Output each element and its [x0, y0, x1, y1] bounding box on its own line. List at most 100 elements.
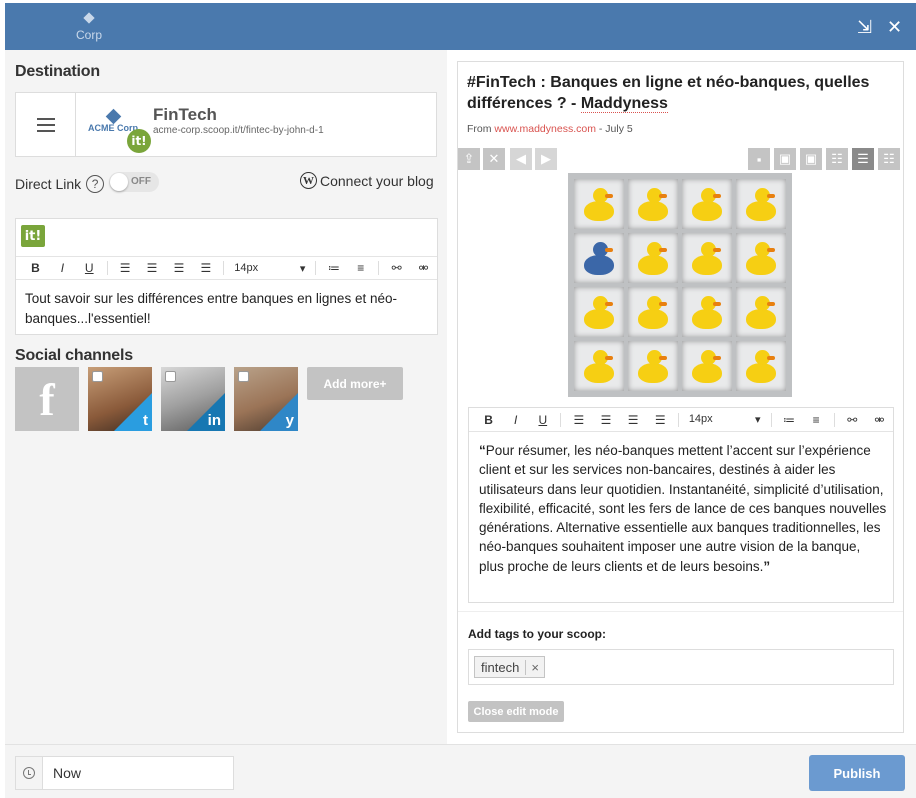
- schedule-field[interactable]: Now: [15, 756, 234, 790]
- align-right-icon[interactable]: ☰: [166, 261, 193, 275]
- linkedin-channel[interactable]: in: [161, 367, 225, 431]
- article-source-line: From www.maddyness.com - July 5: [467, 123, 633, 135]
- align-right-icon[interactable]: ☰: [620, 413, 647, 427]
- twitter-checkbox[interactable]: [92, 371, 103, 382]
- yammer-checkbox[interactable]: [238, 371, 249, 382]
- duck-icon: [746, 350, 776, 383]
- direct-link: Direct Link ?: [15, 175, 105, 193]
- close-edit-mode-button[interactable]: Close edit mode: [468, 701, 564, 722]
- source-link[interactable]: www.maddyness.com: [494, 123, 596, 135]
- image-left-layout-icon[interactable]: ☷: [826, 148, 848, 170]
- direct-link-label: Direct Link: [15, 176, 82, 192]
- close-icon[interactable]: ✕: [887, 18, 902, 36]
- bold-button[interactable]: B: [475, 413, 502, 427]
- quote-text[interactable]: “Pour résumer, les néo-banques mettent l…: [479, 441, 887, 576]
- chevron-down-icon: ▾: [754, 414, 761, 426]
- connect-blog-label: Connect your blog: [320, 172, 434, 189]
- connect-blog-link[interactable]: W Connect your blog: [300, 172, 434, 189]
- destination-title: Destination: [15, 63, 100, 80]
- from-label: From: [467, 123, 495, 135]
- duck-icon: [746, 188, 776, 221]
- yammer-channel[interactable]: y: [234, 367, 298, 431]
- bold-button[interactable]: B: [22, 261, 49, 275]
- chevron-down-icon: ▾: [299, 262, 306, 275]
- numbered-list-icon[interactable]: ≡: [803, 413, 830, 427]
- insight-text[interactable]: Tout savoir sur les différences entre ba…: [25, 289, 430, 328]
- link-icon[interactable]: ⚯: [839, 413, 866, 427]
- facebook-channel[interactable]: f: [15, 367, 79, 431]
- font-size-select[interactable]: 14px ▾: [683, 413, 767, 426]
- toolbar-divider: [560, 412, 562, 427]
- justify-icon[interactable]: ☰: [647, 413, 674, 427]
- article-date: - July 5: [595, 123, 633, 135]
- quote-body: Pour résumer, les néo-banques mettent l’…: [479, 443, 887, 574]
- toolbar-divider: [106, 261, 108, 275]
- schedule-value[interactable]: Now: [43, 757, 81, 789]
- duck-icon: [692, 188, 722, 221]
- underline-button[interactable]: U: [529, 413, 556, 427]
- logo-text: Corp: [75, 28, 102, 42]
- next-image-icon[interactable]: ▶: [535, 148, 557, 170]
- footer-bar: Now Publish: [5, 744, 916, 798]
- corp-logo: Corp: [61, 11, 117, 42]
- unlink-icon[interactable]: ⚮: [410, 261, 437, 275]
- twitter-channel[interactable]: t: [88, 367, 152, 431]
- image-size-s-icon[interactable]: ▣: [774, 148, 796, 170]
- article-panel: #FinTech : Banques en ligne et néo-banqu…: [457, 61, 904, 733]
- help-icon[interactable]: ?: [86, 175, 105, 193]
- maximize-icon[interactable]: ⇲: [857, 18, 872, 36]
- direct-link-toggle[interactable]: OFF: [109, 172, 159, 192]
- duck-icon: [584, 188, 614, 221]
- image-size-xs-icon[interactable]: ▪: [748, 148, 770, 170]
- divider: [458, 611, 903, 612]
- link-icon[interactable]: ⚯: [383, 261, 410, 275]
- add-more-button[interactable]: Add more+: [307, 367, 403, 400]
- left-panel: Destination ACME Corp it! FinTech acme-c…: [5, 50, 447, 744]
- clock-button[interactable]: [16, 757, 43, 789]
- open-quote: “: [479, 443, 486, 458]
- bullet-list-icon[interactable]: ≔: [320, 261, 347, 275]
- insight-toolbar: B I U ☰ ☰ ☰ ☰ 14px ▾ ≔ ≡ ⚯ ⚮: [16, 256, 437, 280]
- tag-label: fintech: [481, 659, 520, 675]
- wordpress-icon: W: [300, 172, 317, 189]
- font-size-select[interactable]: 14px ▾: [228, 262, 311, 275]
- upload-image-icon[interactable]: ⇪: [458, 148, 480, 170]
- toolbar-divider: [315, 261, 317, 275]
- prev-image-icon[interactable]: ◀: [510, 148, 532, 170]
- duck-icon: [638, 188, 668, 221]
- image-size-m-icon[interactable]: ▣: [800, 148, 822, 170]
- remove-image-icon[interactable]: ✕: [483, 148, 505, 170]
- align-center-icon[interactable]: ☰: [592, 413, 619, 427]
- article-title: #FinTech : Banques en ligne et néo-banqu…: [467, 72, 887, 114]
- duck-icon: [638, 242, 668, 275]
- italic-button[interactable]: I: [49, 261, 76, 275]
- image-full-layout-icon[interactable]: ☰: [852, 148, 874, 170]
- numbered-list-icon[interactable]: ≡: [347, 261, 374, 275]
- underline-button[interactable]: U: [76, 261, 103, 275]
- align-center-icon[interactable]: ☰: [139, 261, 166, 275]
- unlink-icon[interactable]: ⚮: [866, 413, 893, 427]
- blue-duck-icon: [584, 242, 614, 275]
- linkedin-checkbox[interactable]: [165, 371, 176, 382]
- title-bar: Corp ⇲ ✕: [5, 3, 916, 50]
- justify-icon[interactable]: ☰: [192, 261, 219, 275]
- destination-selector[interactable]: ACME Corp it! FinTech acme-corp.scoop.it…: [15, 92, 437, 157]
- article-image: [568, 173, 792, 397]
- remove-tag-icon[interactable]: ×: [525, 659, 544, 675]
- duck-icon: [638, 296, 668, 329]
- toolbar-divider: [677, 412, 679, 427]
- menu-button[interactable]: [16, 93, 76, 156]
- hamburger-icon: [36, 117, 55, 132]
- align-left-icon[interactable]: ☰: [565, 413, 592, 427]
- align-left-icon[interactable]: ☰: [112, 261, 139, 275]
- publish-button[interactable]: Publish: [809, 755, 905, 791]
- italic-button[interactable]: I: [502, 413, 529, 427]
- tags-input[interactable]: fintech ×: [468, 649, 894, 685]
- clock-icon: [23, 767, 35, 779]
- acme-diamond-icon: [105, 108, 122, 125]
- toggle-state: OFF: [131, 176, 151, 187]
- image-right-layout-icon[interactable]: ☷: [878, 148, 900, 170]
- insight-editor: it! B I U ☰ ☰ ☰ ☰ 14px ▾ ≔ ≡ ⚯ ⚮ Tout sav…: [15, 218, 438, 335]
- bullet-list-icon[interactable]: ≔: [775, 413, 802, 427]
- quote-toolbar: B I U ☰ ☰ ☰ ☰ 14px ▾ ≔ ≡ ⚯ ⚮: [469, 408, 893, 432]
